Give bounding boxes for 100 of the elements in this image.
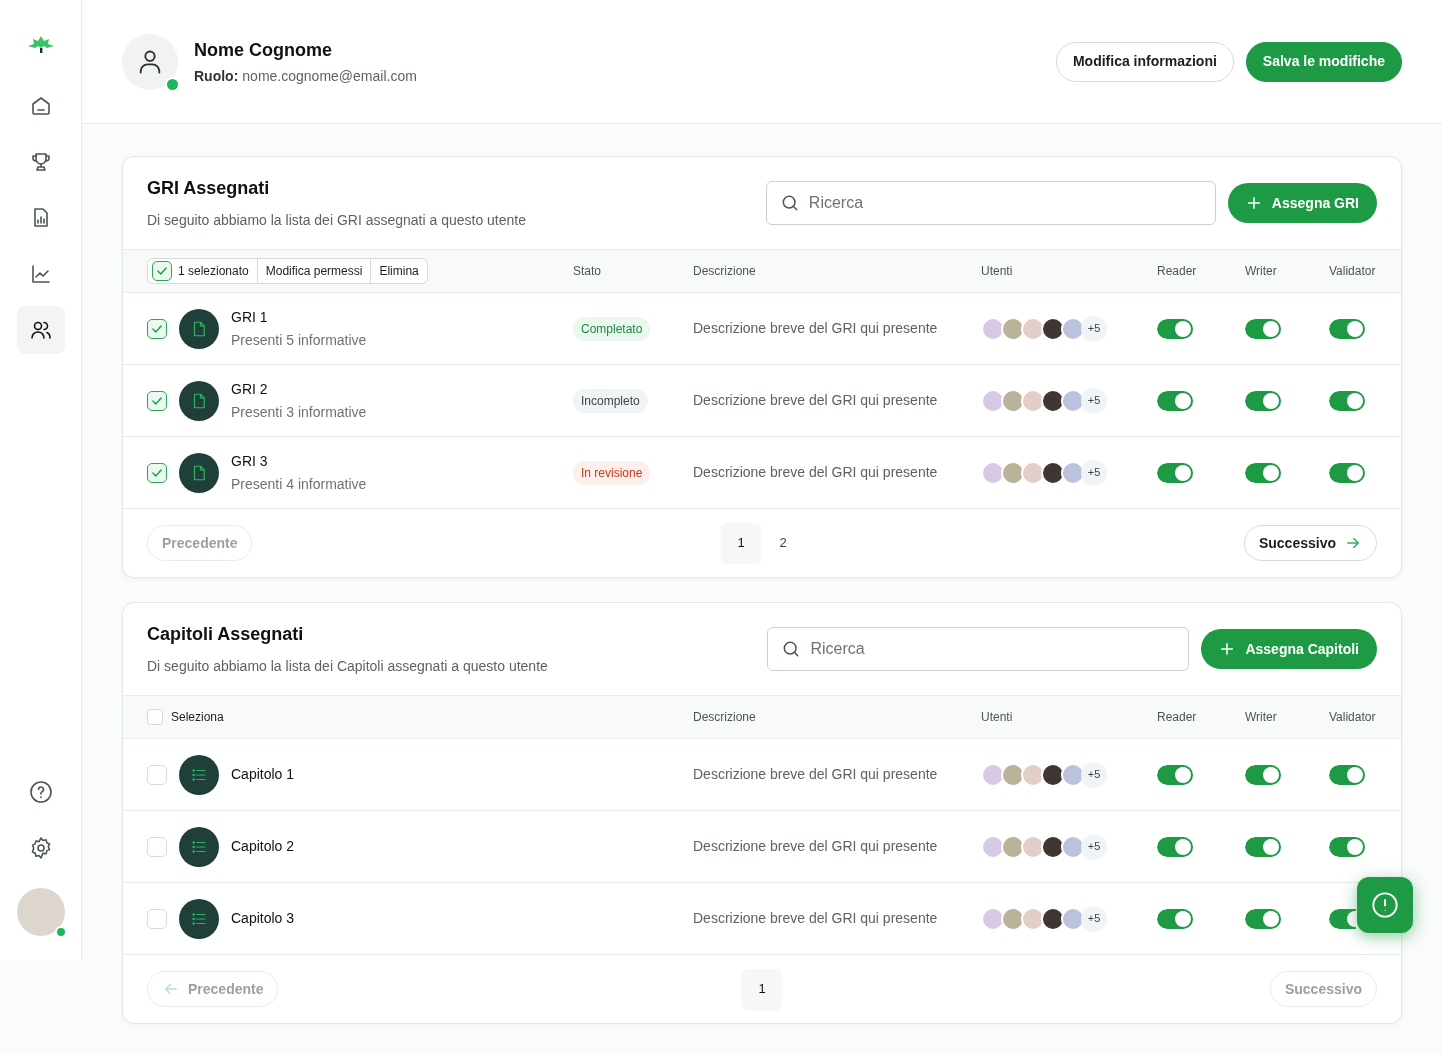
status-badge: Completato (573, 317, 651, 341)
column-header: Descrizione (693, 709, 757, 726)
user-avatar (1001, 316, 1025, 341)
user-avatar (1061, 762, 1085, 787)
column-header: Utenti (981, 709, 1014, 726)
toggle-switch[interactable] (1245, 390, 1281, 411)
column-header: Descrizione (693, 263, 757, 280)
checkbox[interactable] (152, 261, 172, 281)
description: Descrizione breve del GRI qui presente (693, 837, 939, 856)
toggle-switch[interactable] (1157, 764, 1193, 785)
toggle-switch[interactable] (1157, 318, 1193, 339)
help-icon (28, 780, 53, 804)
user-avatar (1041, 388, 1065, 413)
description: Descrizione breve del GRI qui presente (693, 765, 939, 784)
toggle-switch[interactable] (1329, 836, 1365, 857)
user-avatar (1021, 460, 1045, 485)
column-header: Utenti (981, 263, 1014, 280)
user-avatar (1001, 906, 1025, 931)
user-avatar (1041, 906, 1065, 931)
toggle-switch[interactable] (1329, 462, 1365, 483)
user-avatar (1041, 460, 1065, 485)
toggle-switch[interactable] (1157, 836, 1193, 857)
row-title: GRI 3 (231, 451, 269, 471)
toggle-switch[interactable] (1245, 318, 1281, 339)
page-button[interactable]: 1 (721, 523, 761, 563)
user-avatar (1041, 316, 1065, 341)
column-header: Validator (1329, 263, 1377, 280)
bulk-action-button[interactable]: Elimina (371, 259, 427, 283)
user-avatar (1021, 388, 1045, 413)
user-avatar (1021, 762, 1045, 787)
toggle-switch[interactable] (1157, 462, 1193, 483)
extra-users-count: +5 (1081, 905, 1107, 932)
plus-icon (1219, 641, 1236, 657)
checkbox[interactable] (147, 390, 167, 411)
bulk-action-button[interactable]: Modifica permessi (257, 259, 372, 283)
row-title: GRI 1 (231, 307, 269, 327)
extra-users-count: +5 (1081, 387, 1107, 414)
description: Descrizione breve del GRI qui presente (693, 319, 939, 338)
alert-button[interactable] (1357, 877, 1413, 933)
column-header: Reader (1157, 263, 1198, 280)
toggle-switch[interactable] (1329, 318, 1365, 339)
toggle-switch[interactable] (1329, 764, 1365, 785)
role-label: Ruolo: (194, 66, 239, 86)
page-button[interactable]: 2 (763, 523, 803, 563)
toggle-switch[interactable] (1245, 462, 1281, 483)
user-avatar (1021, 834, 1045, 859)
search-field[interactable]: Ricerca (765, 181, 1216, 225)
row-title: Capitolo 3 (231, 909, 295, 928)
assign-button[interactable]: Assegna GRI (1227, 183, 1377, 223)
user-avatar (1021, 906, 1045, 931)
row-title: Capitolo 2 (231, 837, 295, 856)
toggle-switch[interactable] (1329, 908, 1356, 929)
section-subtitle: Di seguito abbiamo la lista dei GRI assegnati a questo utente (147, 211, 526, 230)
user-avatar (1061, 834, 1085, 859)
checkbox[interactable] (147, 462, 167, 483)
section-subtitle: Di seguito abbiamo la lista dei Capitoli assegnati a questo utente (147, 657, 548, 676)
toggle-switch[interactable] (1157, 908, 1193, 929)
alert-icon (1371, 891, 1399, 919)
user-avatar (1021, 316, 1045, 341)
sidebar-nav-button[interactable] (16, 306, 65, 354)
section-title: GRI Assegnati (147, 177, 271, 200)
row-title: GRI 2 (231, 379, 269, 399)
column-header: Reader (1157, 709, 1198, 726)
edit-info-button[interactable]: Modifica informazioni (1055, 41, 1234, 82)
user-avatar (1001, 834, 1025, 859)
user-avatar (1041, 762, 1065, 787)
row-subtitle: Presenti 3 informative (231, 402, 367, 422)
user-avatar (1001, 762, 1025, 787)
assign-button[interactable]: Assegna Capitoli (1201, 629, 1377, 669)
profile-avatar[interactable] (16, 888, 65, 936)
description: Descrizione breve del GRI qui presente (693, 463, 939, 482)
user-avatar (1061, 388, 1085, 413)
page-button[interactable]: 1 (742, 969, 782, 1009)
user-avatar (1061, 906, 1085, 931)
row-subtitle: Presenti 5 informative (231, 330, 367, 350)
toggle-switch[interactable] (1329, 390, 1365, 411)
status-badge: In revisione (573, 461, 651, 485)
save-button[interactable]: Salva le modifiche (1245, 41, 1402, 82)
extra-users-count: +5 (1081, 761, 1107, 788)
description: Descrizione breve del GRI qui presente (693, 909, 939, 928)
user-name: Nome Cognome (194, 38, 333, 62)
selection-count: 1 selezionato (178, 263, 250, 280)
extra-users-count: +5 (1081, 459, 1107, 486)
toggle-switch[interactable] (1245, 764, 1281, 785)
row-title: Capitolo 1 (231, 765, 295, 784)
toggle-switch[interactable] (1157, 390, 1193, 411)
checkbox[interactable] (147, 318, 167, 339)
plus-icon (1245, 195, 1262, 211)
section-title: Capitoli Assegnati (147, 623, 305, 646)
description: Descrizione breve del GRI qui presente (693, 391, 939, 410)
user-avatar (1041, 834, 1065, 859)
column-header: Writer (1245, 709, 1278, 726)
toggle-switch[interactable] (1245, 908, 1281, 929)
row-subtitle: Presenti 4 informative (231, 474, 367, 494)
user-avatar (1061, 316, 1085, 341)
column-header: Writer (1245, 263, 1278, 280)
column-header: Validator (1329, 709, 1377, 726)
search-field[interactable]: Ricerca (767, 627, 1190, 671)
extra-users-count: +5 (1081, 833, 1107, 860)
toggle-switch[interactable] (1245, 836, 1281, 857)
